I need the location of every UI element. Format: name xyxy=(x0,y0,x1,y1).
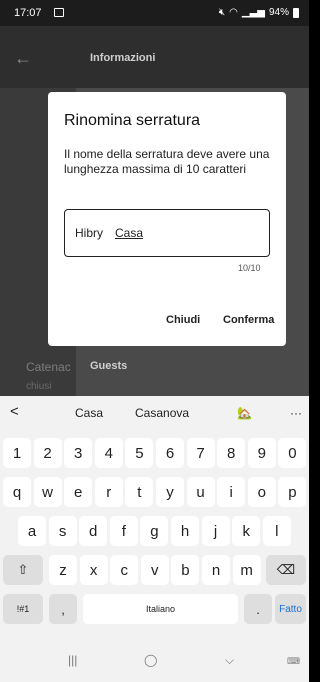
key-s[interactable]: s xyxy=(48,516,77,546)
signal-icon: ▁▃▅ xyxy=(241,7,265,18)
back-icon[interactable]: ⌵ xyxy=(225,653,234,668)
suggestion-2[interactable]: Casanova xyxy=(135,406,189,420)
key-t[interactable]: t xyxy=(125,477,154,507)
more-options-icon[interactable]: ··· xyxy=(290,406,302,420)
key-r[interactable]: r xyxy=(94,477,123,507)
key-c[interactable]: c xyxy=(110,555,139,585)
key-l[interactable]: l xyxy=(262,516,291,546)
shift-icon[interactable]: ⇧ xyxy=(3,555,43,585)
space-key[interactable]: Italiano xyxy=(83,594,238,624)
lock-name-input[interactable]: Hibry Casa xyxy=(64,209,270,257)
key-j[interactable]: j xyxy=(201,516,230,546)
status-bar: 17:07 🔇︎ ◠ ▁▃▅ 94% xyxy=(0,0,309,26)
close-button[interactable]: Chiudi xyxy=(166,314,200,326)
recent-apps-icon[interactable]: ||| xyxy=(68,653,77,667)
input-value-part1: Hibry xyxy=(75,226,104,240)
suggestion-bar: < Casa Casanova 🏡 ··· xyxy=(0,396,309,430)
backspace-icon[interactable]: ⌫ xyxy=(266,555,306,585)
mute-icon: 🔇︎ xyxy=(218,7,226,18)
app-header: ← Informazioni xyxy=(0,26,309,88)
key-a[interactable]: a xyxy=(18,516,46,546)
key-n[interactable]: n xyxy=(202,555,230,585)
suggestion-1[interactable]: Casa xyxy=(75,406,103,420)
period-key[interactable]: . xyxy=(244,594,272,624)
confirm-button[interactable]: Conferma xyxy=(223,314,274,326)
dialog-title: Rinomina serratura xyxy=(64,112,201,129)
key-3[interactable]: 3 xyxy=(64,438,93,468)
key-1[interactable]: 1 xyxy=(3,438,31,468)
key-o[interactable]: o xyxy=(247,477,276,507)
home-icon[interactable]: ◯ xyxy=(144,653,157,667)
key-w[interactable]: w xyxy=(33,477,62,507)
key-d[interactable]: d xyxy=(79,516,108,546)
page-title: Informazioni xyxy=(90,52,156,64)
notification-icon xyxy=(54,8,64,17)
battery-percent: 94% xyxy=(268,7,289,18)
key-5[interactable]: 5 xyxy=(125,438,154,468)
row-value: Guests xyxy=(90,360,128,372)
key-u[interactable]: u xyxy=(186,477,215,507)
row-status: chiusi xyxy=(26,381,52,392)
key-0[interactable]: 0 xyxy=(278,438,307,468)
status-time: 17:07 xyxy=(14,7,42,19)
dialog-message: Il nome della serratura deve avere una l… xyxy=(64,147,270,176)
keyboard-hide-icon[interactable]: ⌨︎ xyxy=(287,656,300,667)
done-key[interactable]: Fatto xyxy=(275,594,306,624)
key-9[interactable]: 9 xyxy=(247,438,276,468)
key-q[interactable]: q xyxy=(3,477,31,507)
symbols-key[interactable]: !#1 xyxy=(3,594,43,624)
keyboard: < Casa Casanova 🏡 ··· 1234567890 qwertyui… xyxy=(0,396,309,682)
key-4[interactable]: 4 xyxy=(94,438,123,468)
key-z[interactable]: z xyxy=(49,555,77,585)
wifi-icon: ◠ xyxy=(229,7,238,18)
key-m[interactable]: m xyxy=(232,555,261,585)
key-6[interactable]: 6 xyxy=(156,438,184,468)
comma-key[interactable]: , xyxy=(49,594,77,624)
battery-icon xyxy=(293,7,299,18)
key-i[interactable]: i xyxy=(217,477,246,507)
key-h[interactable]: h xyxy=(171,516,199,546)
system-nav-bar: ||| ◯ ⌵ ⌨︎ xyxy=(0,644,309,682)
emoji-suggestion-icon[interactable]: 🏡 xyxy=(237,406,252,420)
key-p[interactable]: p xyxy=(278,477,307,507)
rename-dialog: Rinomina serratura Il nome della serratu… xyxy=(48,92,286,346)
key-g[interactable]: g xyxy=(140,516,169,546)
key-2[interactable]: 2 xyxy=(33,438,62,468)
back-arrow-icon[interactable]: ← xyxy=(14,48,32,69)
status-icons: 🔇︎ ◠ ▁▃▅ 94% xyxy=(219,7,299,18)
key-k[interactable]: k xyxy=(232,516,261,546)
key-8[interactable]: 8 xyxy=(217,438,246,468)
collapse-suggestions-icon[interactable]: < xyxy=(10,403,19,420)
character-counter: 10/10 xyxy=(238,263,261,273)
key-f[interactable]: f xyxy=(109,516,138,546)
key-7[interactable]: 7 xyxy=(186,438,215,468)
input-value-part2: Casa xyxy=(115,226,144,240)
row-label: Catenac xyxy=(26,360,71,374)
key-b[interactable]: b xyxy=(171,555,200,585)
key-y[interactable]: y xyxy=(156,477,184,507)
key-e[interactable]: e xyxy=(64,477,93,507)
key-v[interactable]: v xyxy=(140,555,169,585)
key-x[interactable]: x xyxy=(79,555,108,585)
